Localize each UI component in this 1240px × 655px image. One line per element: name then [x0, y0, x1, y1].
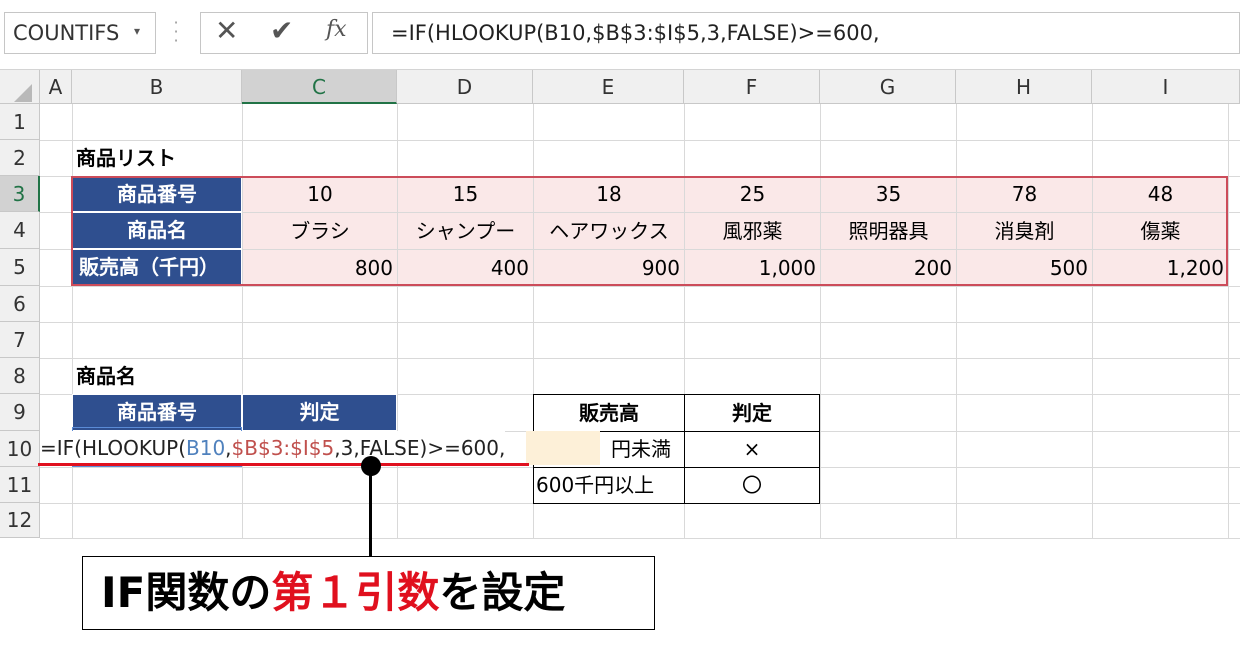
gridline	[40, 286, 1240, 287]
column-header-e[interactable]: E	[533, 70, 684, 104]
gridline	[40, 358, 1240, 359]
table-range-highlight	[71, 176, 1228, 286]
row-header-11[interactable]: 11	[0, 467, 40, 503]
formula-bar-grip-icon[interactable]: · · ·	[171, 15, 181, 49]
column-header-b[interactable]: B	[72, 70, 242, 104]
in-cell-formula-editor[interactable]: =IF(HLOOKUP(B10,$B$3:$I$5,3,FALSE)>=600,	[40, 431, 506, 465]
editing-cell-fill	[526, 431, 600, 465]
first-argument-underline	[38, 463, 529, 466]
column-header-g[interactable]: G	[820, 70, 956, 104]
formula-ref-b10: B10	[186, 436, 226, 460]
criteria-header-judge[interactable]: 判定	[684, 394, 820, 432]
cancel-icon[interactable]: ✕	[215, 14, 238, 47]
row-header-4[interactable]: 4	[0, 212, 40, 249]
select-all-triangle-icon	[14, 84, 32, 102]
gridline	[820, 104, 821, 538]
column-header-h[interactable]: H	[956, 70, 1092, 104]
gridline	[40, 322, 1240, 323]
row-header-12[interactable]: 12	[0, 503, 40, 538]
criteria-header-sales[interactable]: 販売高	[533, 394, 685, 432]
criteria-row2-label[interactable]: 600千円以上	[533, 467, 685, 504]
formula-ref-range: $B$3:$I$5	[231, 436, 335, 460]
gridline	[1228, 104, 1229, 538]
row-header-5[interactable]: 5	[0, 249, 40, 286]
formula-part-rest: ,3,FALSE)>=600,	[334, 436, 506, 460]
column-header-i[interactable]: I	[1092, 70, 1240, 104]
gridline	[397, 104, 398, 538]
criteria-row1-mark[interactable]: ×	[684, 431, 820, 468]
name-box-dropdown-icon[interactable]: ▾	[134, 24, 140, 38]
gridline	[40, 538, 1240, 539]
gridline	[1092, 104, 1093, 538]
column-header-a[interactable]: A	[40, 70, 72, 104]
row-header-1[interactable]: 1	[0, 104, 40, 140]
pointer-line	[369, 468, 372, 558]
row-header-3[interactable]: 3	[0, 176, 40, 212]
row-header-10[interactable]: 10	[0, 431, 40, 467]
formula-input[interactable]: =IF(HLOOKUP(B10,$B$3:$I$5,3,FALSE)>=600,	[372, 12, 1240, 54]
row-header-6[interactable]: 6	[0, 286, 40, 322]
formula-part-if-hlookup: =IF(HLOOKUP(	[40, 436, 186, 460]
column-header-f[interactable]: F	[684, 70, 820, 104]
callout-text-1: IF関数の	[101, 568, 272, 617]
lookup-header-judge[interactable]: 判定	[242, 394, 397, 431]
gridline	[40, 140, 1240, 141]
column-header-c[interactable]: C	[242, 70, 397, 104]
lookup-header-number[interactable]: 商品番号	[72, 394, 242, 431]
enter-icon[interactable]: ✔	[270, 14, 293, 47]
row-header-2[interactable]: 2	[0, 140, 40, 176]
row-header-8[interactable]: 8	[0, 358, 40, 394]
gridline	[956, 104, 957, 538]
callout-text-highlight: 第１引数	[271, 568, 440, 617]
criteria-row2-mark[interactable]: 〇	[684, 467, 820, 504]
lookup-title[interactable]: 商品名	[76, 358, 136, 394]
annotation-callout: IF関数の第１引数を設定	[82, 556, 655, 630]
column-header-d[interactable]: D	[397, 70, 533, 104]
row-header-9[interactable]: 9	[0, 394, 40, 431]
gridline	[72, 104, 73, 538]
gridline	[242, 104, 243, 538]
callout-text-3: を設定	[439, 568, 566, 617]
insert-function-icon[interactable]: fx	[326, 17, 347, 42]
product-list-title[interactable]: 商品リスト	[76, 140, 176, 176]
row-header-7[interactable]: 7	[0, 322, 40, 358]
